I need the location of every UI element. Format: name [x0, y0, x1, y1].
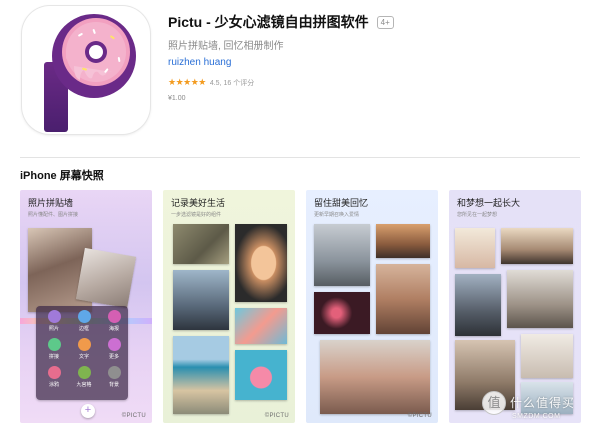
- feature-icon-grid: 照片 边框 海报 拼接 文字 更多 涂鸦 九宫格 背景: [40, 310, 128, 396]
- map-camera-photo: [173, 224, 229, 264]
- card-watermark: ©PICTU: [264, 413, 289, 419]
- rating-row: ★★★★★ 4.5, 16 个评分: [168, 77, 578, 88]
- woman-photo: [376, 264, 430, 334]
- ninegrid-icon: [77, 366, 91, 379]
- card-title: 照片拼贴墙: [28, 198, 74, 208]
- screenshot-card-3[interactable]: 留住甜美回忆 更新早期召唤入爱情 ©PICTU: [306, 190, 438, 423]
- cat-photo: [75, 247, 137, 309]
- background-icon: [107, 366, 121, 379]
- card-title: 记录美好生活: [171, 198, 226, 208]
- feature-ninegrid-button[interactable]: 九宫格: [70, 366, 98, 398]
- doodle-icon: [47, 366, 61, 379]
- rating-text: 4.5, 16 个评分: [209, 79, 255, 87]
- developer-link[interactable]: ruizhen huang: [168, 57, 231, 68]
- street-photo: [507, 270, 573, 328]
- screenshot-card-2[interactable]: 记录美好生活 一步选滤镜是好的组件 ©PICTU: [163, 190, 295, 423]
- frame-icon: [77, 310, 91, 323]
- kiss-photo: [320, 340, 430, 414]
- app-icon: [22, 6, 150, 134]
- boat-photo: [376, 224, 430, 258]
- card-subtitle: 一步选滤镜是好的组件: [171, 212, 222, 218]
- poster-icon: [107, 310, 121, 323]
- legs-photo: [455, 274, 501, 336]
- lights-photo: [314, 292, 370, 334]
- add-plus-button[interactable]: +: [81, 404, 95, 418]
- garland-photo: [455, 228, 495, 268]
- card-subtitle: 照片懂配件、图片拼接: [28, 212, 79, 218]
- flamingo-float-photo: [235, 350, 287, 400]
- coast-photo: [173, 336, 229, 414]
- card-watermark: ©PICTU: [121, 413, 146, 419]
- section-divider: [20, 157, 580, 158]
- shoes-photo: [521, 334, 573, 378]
- pool-photo: [235, 308, 287, 344]
- age-rating-badge: 4+: [376, 15, 394, 29]
- silhouettes-photo: [501, 228, 573, 264]
- rating-stars-icon: ★★★★★: [168, 77, 206, 87]
- watermark-text: 什么值得买: [510, 396, 576, 410]
- watermark-site: SMZDM.COM: [512, 413, 561, 420]
- more-icon: [107, 338, 121, 351]
- couple-sunset-photo: [314, 224, 370, 286]
- card-subtitle: 您所见在一起梦想: [457, 212, 498, 218]
- card-subtitle: 更新早期召唤入爱情: [314, 212, 360, 218]
- app-price[interactable]: ¥1.00: [168, 95, 578, 102]
- app-info: Pictu - 少女心滤镜自由拼图软件 4+ 照片拼贴墙, 回忆相册制作 rui…: [168, 12, 578, 102]
- card-title: 和梦想一起长大: [457, 198, 521, 208]
- site-watermark: 值 什么值得买 SMZDM.COM: [482, 388, 594, 428]
- donut-p-logo-icon: [44, 14, 136, 132]
- feature-background-button[interactable]: 背景: [100, 366, 128, 398]
- app-title: Pictu - 少女心滤镜自由拼图软件: [168, 14, 369, 30]
- watermark-badge-icon: 值: [482, 391, 506, 415]
- card-watermark: ©PICTU: [407, 413, 432, 419]
- card-title: 留住甜美回忆: [314, 198, 369, 208]
- screenshots-heading: iPhone 屏幕快照: [20, 170, 104, 182]
- airplane-window-photo: [235, 224, 287, 302]
- text-icon: [77, 338, 91, 351]
- photo-icon: [47, 310, 61, 323]
- feature-doodle-button[interactable]: 涂鸦: [40, 366, 68, 398]
- app-subtitle: 照片拼贴墙, 回忆相册制作: [168, 41, 284, 52]
- traveler-photo: [173, 270, 229, 330]
- stitch-icon: [47, 338, 61, 351]
